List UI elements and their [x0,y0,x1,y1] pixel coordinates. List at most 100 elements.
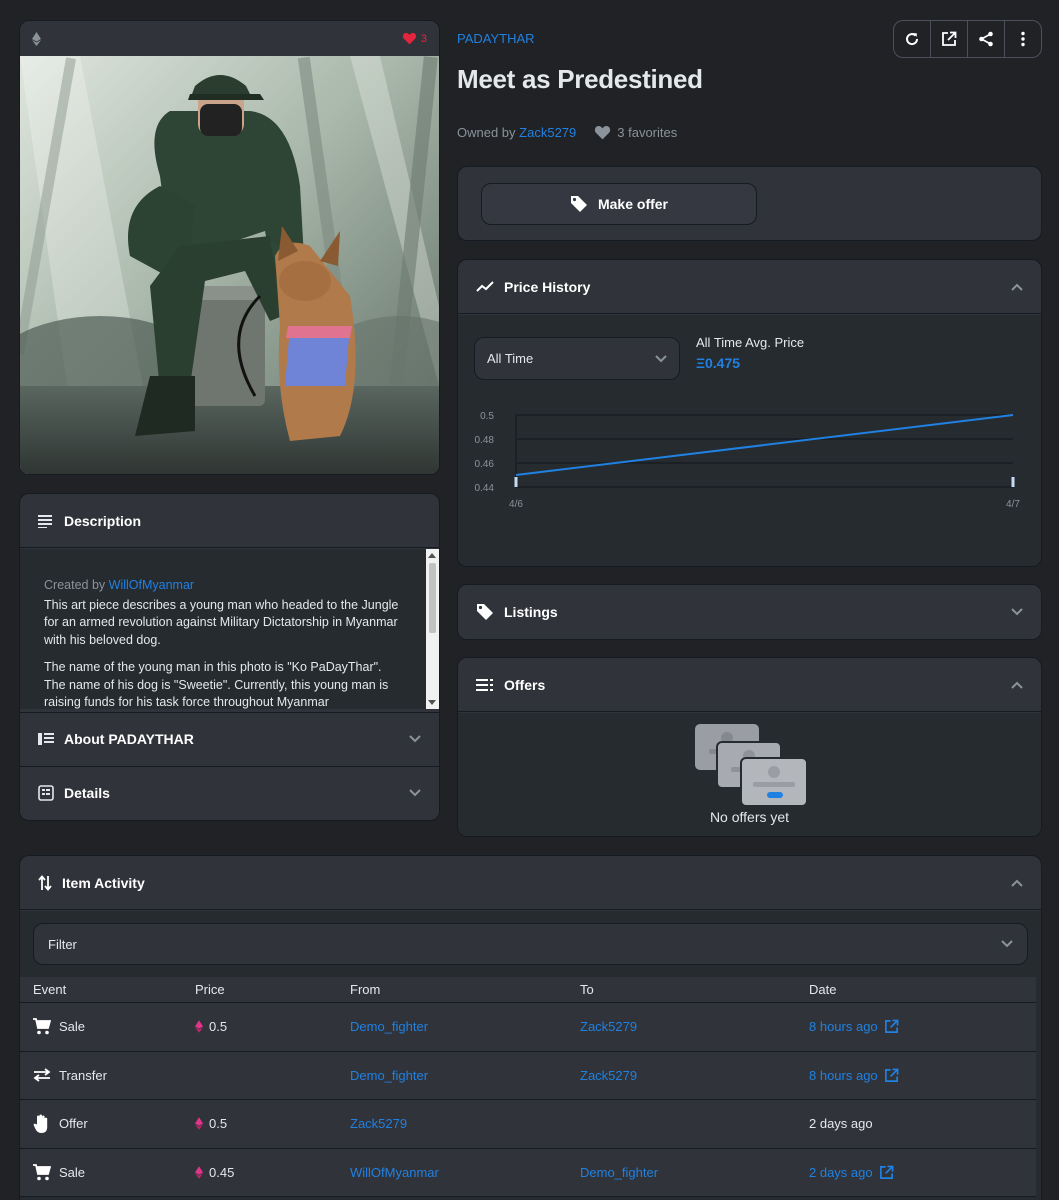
date-link[interactable]: 8 hours ago [809,1068,878,1083]
no-offers-text: No offers yet [709,809,790,825]
from-cell: Demo_fighter [336,1019,566,1034]
price-history-title: Price History [504,278,591,295]
scroll-up-arrow[interactable] [428,553,436,558]
price-value: 0.5 [209,1116,228,1132]
more-options-button[interactable] [1005,21,1041,57]
from-user-link[interactable]: Demo_fighter [350,1019,428,1034]
price-value: 0.45 [209,1164,235,1180]
avg-price-value: Ξ0.475 [696,355,741,371]
column-header-date: Date [809,982,837,997]
refresh-button[interactable] [894,21,931,57]
nft-artwork-image[interactable] [20,56,439,474]
external-link-icon [941,31,957,47]
description-scrollbar[interactable] [426,549,439,709]
ethereum-icon [195,1020,203,1033]
event-cell: Transfer [20,1068,181,1083]
to-user-link[interactable]: Demo_fighter [580,1165,658,1180]
description-body: Created by WillOfMyanmar This art piece … [20,549,426,709]
date-text: 2 days ago [809,1116,873,1132]
chevron-down-icon [655,354,667,363]
about-icon [38,732,54,746]
list-icon [476,678,494,691]
item-title: Meet as Predestined [457,64,703,94]
external-link-icon[interactable] [884,1068,899,1083]
price-value: 0.5 [209,1019,228,1035]
scroll-down-arrow[interactable] [428,700,436,705]
from-user-link[interactable]: WillOfMyanmar [350,1165,439,1180]
event-name: Sale [59,1019,86,1035]
share-icon [978,31,994,47]
from-user-link[interactable]: Zack5279 [350,1116,407,1131]
table-row: Sale 0.5 Demo_fighter Zack5279 8 hours ago [20,1003,1036,1052]
make-offer-panel: Make offer [457,166,1042,241]
open-external-button[interactable] [931,21,968,57]
collection-link[interactable]: PADAYTHAR [457,31,535,46]
creator-link[interactable]: WillOfMyanmar [109,578,194,592]
share-button[interactable] [968,21,1005,57]
period-select[interactable]: All Time [474,337,680,380]
about-collection-row[interactable]: About PADAYTHAR [20,712,439,765]
cart-icon [33,1018,51,1035]
to-cell: Zack5279 [566,1019,795,1034]
make-offer-button[interactable]: Make offer [481,183,757,225]
more-icon [1021,31,1025,47]
date-cell: 8 hours ago [795,1068,1036,1083]
date-link[interactable]: 8 hours ago [809,1019,878,1034]
chart-x-tick-label: 4/6 [509,499,523,510]
chart-volume-bar [1011,477,1015,487]
external-link-icon[interactable] [884,1019,899,1034]
to-user-link[interactable]: Zack5279 [580,1019,637,1034]
chart-y-tick-label: 0.44 [475,483,495,494]
price-history-header[interactable]: Price History [458,260,1041,314]
offers-header[interactable]: Offers [458,658,1041,712]
favorites-count: 3 favorites [594,125,677,140]
tag-icon [476,603,494,621]
listings-panel: Listings [457,584,1042,640]
event-cell: Sale [20,1163,181,1181]
column-header-event: Event [33,982,67,997]
from-cell: Zack5279 [336,1116,566,1131]
details-icon [38,785,54,801]
date-link[interactable]: 2 days ago [809,1165,873,1180]
favorite-count: 3 [420,32,427,45]
media-topbar: 3 [20,21,439,56]
column-header-price: Price [195,982,225,997]
details-label: Details [64,785,110,801]
owner-line: Owned by Zack5279 3 favorites [457,125,677,140]
owner-link[interactable]: Zack5279 [519,125,576,140]
favorite-button[interactable]: 3 [402,32,427,45]
listings-header[interactable]: Listings [458,585,1041,639]
offers-title: Offers [504,676,546,693]
to-user-link[interactable]: Zack5279 [580,1068,637,1083]
table-row: Transfer Demo_fighter Zack5279 8 hours ago [20,1051,1036,1100]
table-row: Sale 0.45 WillOfMyanmar Demo_fighter 2 days … [20,1148,1036,1197]
activity-filter-select[interactable]: Filter [33,923,1028,965]
scrollbar-thumb[interactable] [429,563,436,633]
table-body: Sale 0.5 Demo_fighter Zack5279 8 hours ago Tr… [20,1003,1036,1197]
chart-x-tick-label: 4/7 [1006,499,1020,510]
description-header[interactable]: Description [20,494,439,548]
details-row[interactable]: Details [20,766,439,819]
price-cell: 0.45 [181,1165,336,1180]
offers-panel: Offers No offers yet [457,657,1042,837]
ethereum-icon [195,1166,203,1179]
item-activity-panel: Item Activity Filter Event Price From To… [19,855,1042,1200]
hand-icon [33,1114,51,1134]
table-header: Event Price From To Date [20,977,1036,1003]
column-header-from: From [350,982,381,997]
date-cell: 2 days ago [795,1165,1036,1180]
chart-y-tick-label: 0.46 [475,459,495,470]
external-link-icon[interactable] [879,1165,894,1180]
filter-label: Filter [48,936,77,952]
from-user-link[interactable]: Demo_fighter [350,1068,428,1083]
description-paragraph: This art piece describes a young man who… [44,597,399,647]
item-activity-header[interactable]: Item Activity [20,856,1041,910]
ethereum-icon [195,1117,203,1130]
price-history-chart: 0.44 0.46 0.48 0.5 4/6 4/7 [475,411,1021,510]
chevron-up-icon [1011,681,1023,689]
activity-table: Event Price From To Date Sale 0.5 Demo_fig… [20,977,1036,1197]
date-cell: 8 hours ago [795,1019,1036,1034]
price-cell: 0.5 [181,1019,336,1034]
event-name: Offer [59,1116,88,1132]
text-lines-icon [38,514,54,528]
